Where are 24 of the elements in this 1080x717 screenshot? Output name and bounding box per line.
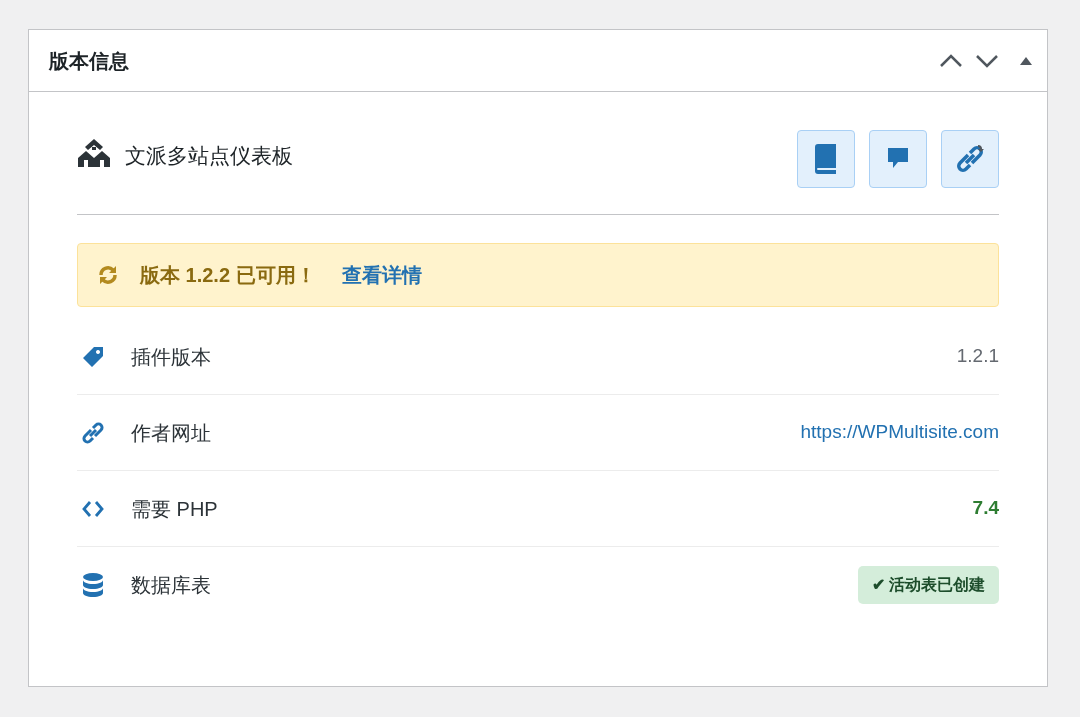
details-link[interactable]: 查看详情 bbox=[341, 260, 422, 290]
tag-icon bbox=[81, 344, 105, 369]
speech-bubble-icon-button[interactable] bbox=[869, 130, 927, 188]
chain-link-icon bbox=[954, 143, 986, 175]
row-label: 数据库表 bbox=[131, 573, 211, 598]
book-icon-button[interactable] bbox=[797, 130, 855, 188]
website-link[interactable]: https://WPMultisite.com bbox=[800, 418, 999, 447]
plugin-name: 文派多站点仪表板 bbox=[125, 143, 293, 169]
link-icon bbox=[81, 420, 105, 445]
row-label: 作者网址 bbox=[131, 420, 211, 446]
houses-icon bbox=[77, 138, 111, 168]
chevron-up-icon[interactable] bbox=[939, 52, 963, 69]
database-icon bbox=[82, 573, 104, 597]
panel-title: 版本信息 bbox=[49, 48, 129, 74]
row-value: 1.2.1 bbox=[956, 344, 999, 369]
row-label: 插件版本 bbox=[131, 344, 211, 370]
status-badge: ✔ 活动表已创建 bbox=[857, 566, 999, 604]
triangle-up-icon[interactable] bbox=[1019, 55, 1033, 66]
row-value: 7.4 bbox=[972, 496, 999, 521]
notice-message: 版本 1.2.2 已可用！ bbox=[140, 263, 316, 288]
row-label: 需要 PHP bbox=[131, 496, 218, 522]
chevron-down-icon[interactable] bbox=[975, 52, 999, 69]
refresh-icon bbox=[96, 263, 120, 287]
chain-link-icon-button[interactable] bbox=[941, 130, 999, 188]
